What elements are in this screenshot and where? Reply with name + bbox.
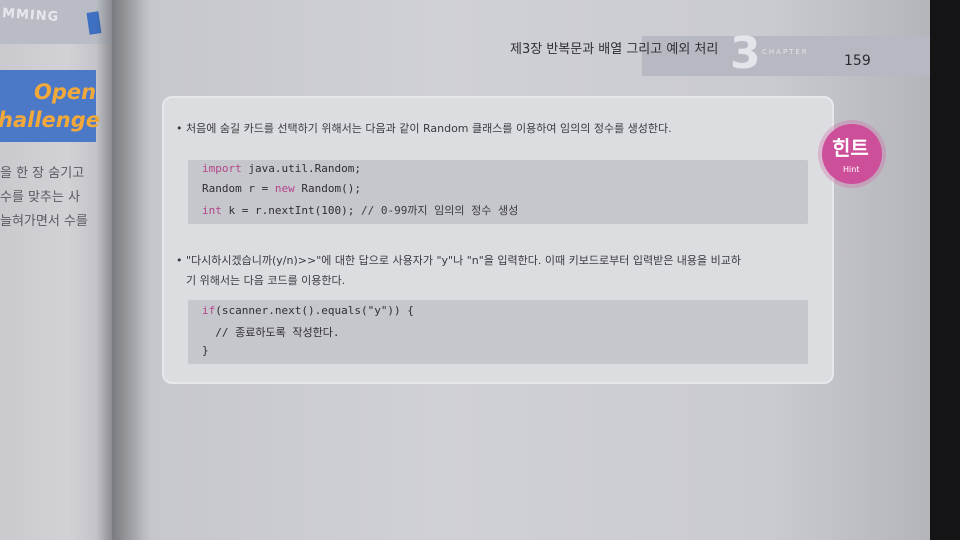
hint-bullet-2-line-2: 기 위해서는 다음 코드를 이용한다. [186, 274, 346, 287]
code-line-import: import java.util.Random; [202, 162, 361, 175]
code-text: (scanner.next().equals("y")) { [215, 304, 414, 317]
banner-line-1: Open [34, 80, 97, 104]
code-line-close-brace: } [202, 344, 209, 357]
left-header-text: MMING [1, 6, 60, 25]
hint-bullet-1: • 처음에 숨길 카드를 선택하기 위해서는 다음과 같이 Random 클래스… [176, 122, 672, 135]
code-text: k = r.nextInt(100); [221, 204, 361, 217]
gutter-shadow [112, 0, 152, 540]
banner-line-2: hallenge [0, 108, 100, 132]
background-edge [930, 0, 960, 540]
code-line-if: if(scanner.next().equals("y")) { [202, 304, 414, 317]
code-line-comment: // 종료하도록 작성한다. [202, 326, 340, 339]
code-text: java.util.Random; [241, 162, 361, 175]
chapter-title: 제3장 반복문과 배열 그리고 예외 처리 [510, 42, 719, 57]
code-keyword: int [202, 204, 222, 217]
code-block-equals: if(scanner.next().equals("y")) { // 종료하도… [188, 300, 808, 364]
page-number: 159 [844, 53, 871, 69]
hint-badge-sublabel: Hint [843, 165, 860, 174]
hint-badge: 힌트 Hint [822, 124, 882, 184]
left-page: MMING Open hallenge 을 한 장 숨기고 수를 맞추는 사 늘… [0, 0, 112, 540]
left-page-shadow [96, 0, 112, 540]
code-keyword: import [202, 162, 242, 175]
chapter-label: CHAPTER [762, 48, 809, 56]
code-comment: // 0-99까지 임의의 정수 생성 [360, 204, 519, 217]
open-challenge-banner: Open hallenge [0, 70, 100, 142]
hint-badge-label: 힌트 [832, 136, 869, 160]
code-text: Random(); [294, 182, 361, 195]
code-text: Random r = [202, 182, 275, 195]
left-text-line-2: 수를 맞추는 사 [0, 190, 81, 205]
code-line-new-random: Random r = new Random(); [202, 182, 361, 195]
hint-bullet-2-line-1: • "다시하시겠습니까(y/n)>>"에 대한 답으로 사용자가 "y"나 "n… [176, 254, 742, 267]
chapter-number: 3 [730, 28, 761, 79]
code-line-nextint: int k = r.nextInt(100); // 0-99까지 임의의 정수… [202, 202, 518, 218]
left-text-line-1: 을 한 장 숨기고 [0, 166, 85, 181]
code-block-random: import java.util.Random; Random r = new … [188, 160, 808, 224]
hint-box: • 처음에 숨길 카드를 선택하기 위해서는 다음과 같이 Random 클래스… [162, 96, 834, 384]
code-keyword: new [274, 182, 295, 195]
code-keyword: if [202, 304, 216, 317]
right-page: 제3장 반복문과 배열 그리고 예외 처리 3 CHAPTER 159 • 처음… [112, 0, 930, 540]
left-text-line-3: 늘혀가면서 수를 [0, 214, 88, 229]
